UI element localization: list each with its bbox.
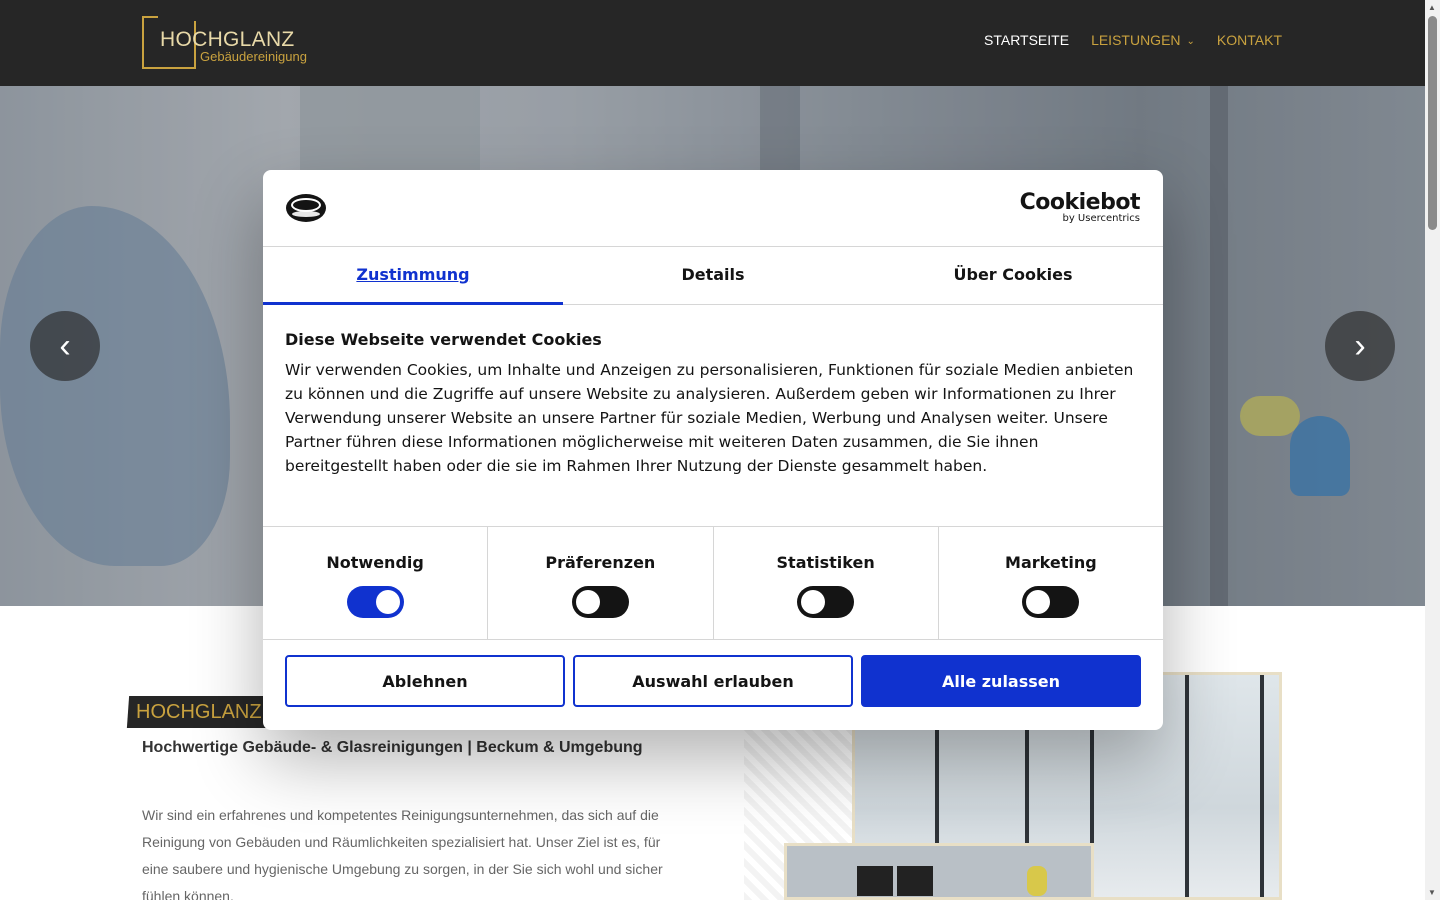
tab-ueber-cookies[interactable]: Über Cookies	[863, 247, 1163, 304]
toggle-statistiken[interactable]	[797, 586, 855, 618]
nav-item-kontakt[interactable]: KONTAKT	[1217, 32, 1282, 48]
category-label: Marketing	[1005, 553, 1097, 572]
nav-item-leistungen[interactable]: LEISTUNGEN ⌄	[1091, 32, 1195, 48]
slider-next-button[interactable]: ›	[1325, 311, 1395, 381]
category-label: Statistiken	[776, 553, 875, 572]
site-logo[interactable]: HOCHGLANZ Gebäudereinigung	[142, 13, 317, 70]
dialog-buttons: Ablehnen Auswahl erlauben Alle zulassen	[285, 655, 1141, 707]
toggle-marketing[interactable]	[1022, 586, 1080, 618]
dialog-title: Diese Webseite verwendet Cookies	[285, 330, 602, 349]
main-nav: STARTSEITE LEISTUNGEN ⌄ KONTAKT	[984, 32, 1282, 48]
category-label: Notwendig	[326, 553, 424, 572]
chevron-down-icon: ⌄	[1186, 35, 1195, 47]
tab-zustimmung[interactable]: Zustimmung	[263, 247, 563, 305]
slider-prev-button[interactable]: ‹	[30, 311, 100, 381]
category-statistiken: Statistiken	[714, 527, 939, 639]
allow-selection-button[interactable]: Auswahl erlauben	[573, 655, 853, 707]
toggle-praeferenzen[interactable]	[571, 586, 629, 618]
section-label: HOCHGLANZ	[136, 701, 262, 723]
category-label: Präferenzen	[545, 553, 656, 572]
intro-paragraph: Wir sind ein erfahrenes und kompetentes …	[142, 807, 663, 900]
allow-all-button[interactable]: Alle zulassen	[861, 655, 1141, 707]
tab-details[interactable]: Details	[563, 247, 863, 304]
cookiebot-logo-icon	[286, 194, 326, 222]
page-scrollbar[interactable]: ▲ ▼	[1425, 0, 1440, 900]
category-praeferenzen: Präferenzen	[488, 527, 714, 639]
cleaning-worker-image	[784, 843, 1094, 900]
scroll-up-icon[interactable]: ▲	[1428, 3, 1436, 12]
dialog-body-text: Wir verwenden Cookies, um Inhalte und An…	[285, 361, 1134, 475]
section-subtitle: Hochwertige Gebäude- & Glasreinigungen |…	[142, 739, 643, 756]
site-header: HOCHGLANZ Gebäudereinigung STARTSEITE LE…	[0, 0, 1425, 86]
scroll-thumb[interactable]	[1428, 16, 1437, 230]
consent-categories: Notwendig Präferenzen Statistiken Market…	[263, 526, 1163, 640]
chevron-right-icon: ›	[1354, 326, 1366, 365]
decline-button[interactable]: Ablehnen	[285, 655, 565, 707]
dialog-header: Cookiebot by Usercentrics	[263, 170, 1163, 247]
category-notwendig: Notwendig	[263, 527, 489, 639]
cookiebot-brand: Cookiebot by Usercentrics	[1019, 190, 1141, 224]
brand-name: Cookiebot	[1019, 190, 1141, 215]
logo-tagline: Gebäudereinigung	[200, 49, 307, 64]
scroll-down-icon[interactable]: ▼	[1428, 888, 1436, 897]
toggle-notwendig[interactable]	[346, 586, 404, 618]
nav-item-startseite[interactable]: STARTSEITE	[984, 32, 1069, 48]
category-marketing: Marketing	[939, 527, 1163, 639]
cookie-consent-dialog: Cookiebot by Usercentrics Zustimmung Det…	[263, 170, 1163, 730]
dialog-tabs: Zustimmung Details Über Cookies	[263, 247, 1163, 305]
chevron-left-icon: ‹	[59, 326, 71, 365]
